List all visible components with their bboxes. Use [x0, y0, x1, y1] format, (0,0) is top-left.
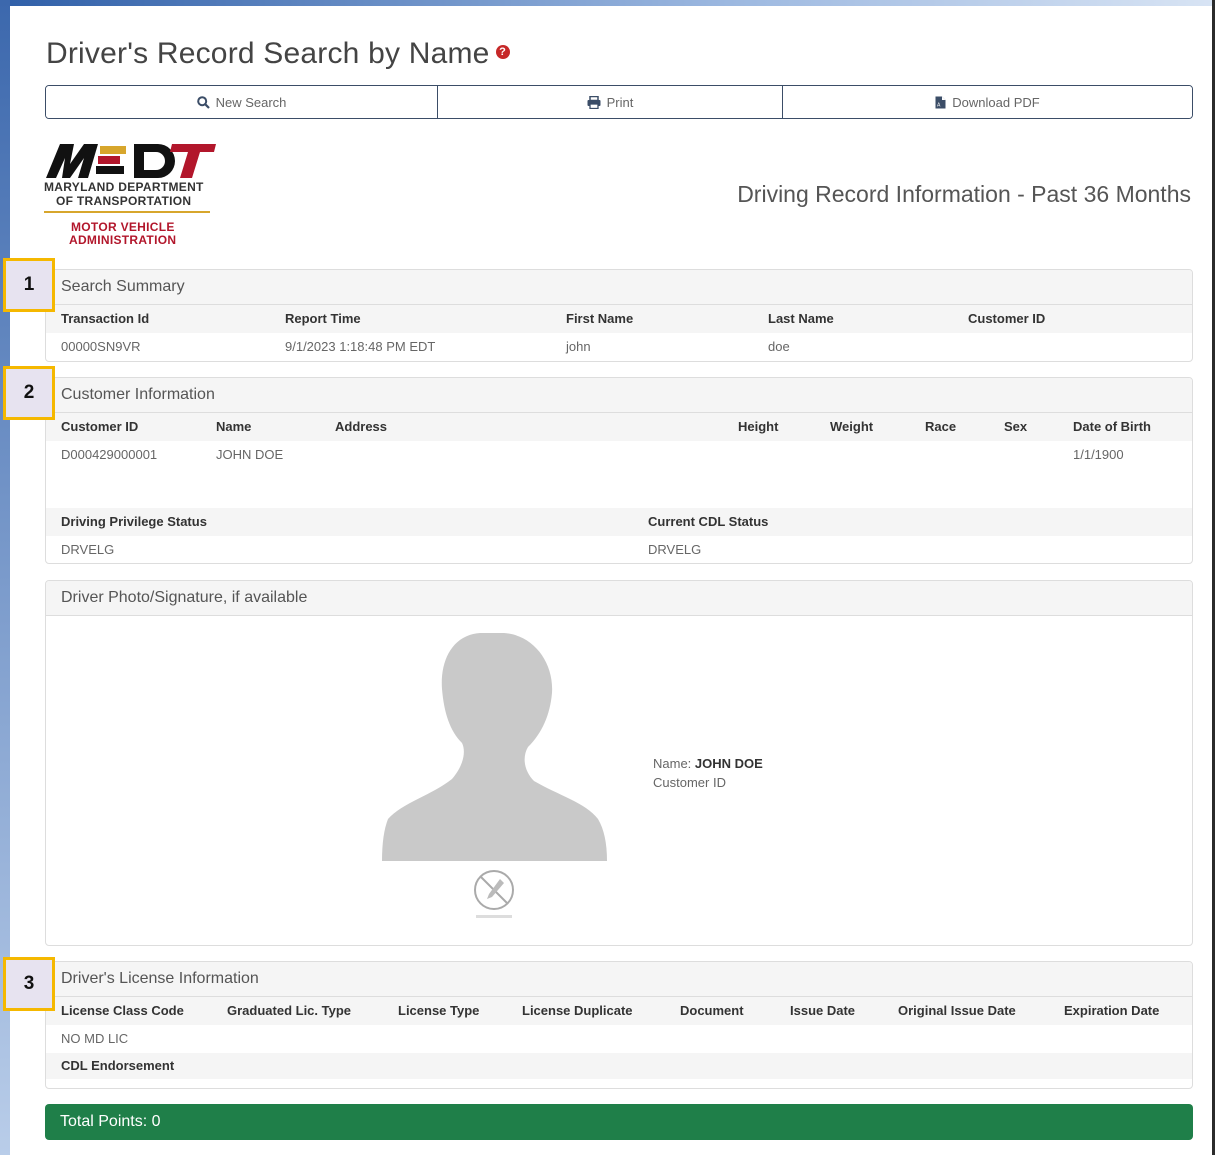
search-summary-value-row: 00000SN9VR 9/1/2023 1:18:48 PM EDT john … [46, 333, 1192, 361]
header-first-name: First Name [566, 311, 634, 326]
header-license-type: License Type [398, 1003, 480, 1018]
value-report-time: 9/1/2023 1:18:48 PM EDT [285, 339, 436, 354]
photo-caption: Name: JOHN DOE Customer ID [653, 754, 763, 792]
value-customer-id: D000429000001 [61, 447, 158, 462]
value-license-class-code: NO MD LIC [61, 1031, 129, 1046]
customer-information-heading: Customer Information [46, 378, 1192, 413]
value-last-name: doe [768, 339, 790, 354]
header-license-class-code: License Class Code [61, 1003, 184, 1018]
header-sex: Sex [1004, 419, 1028, 434]
header-customer-id: Customer ID [968, 311, 1046, 326]
customer-header-row: Customer ID Name Address Height Weight R… [46, 413, 1192, 441]
page-title: Driver's Record Search by Name? [46, 37, 510, 71]
annotation-badge-2: 2 [3, 366, 55, 420]
header-original-issue-date: Original Issue Date [898, 1003, 1016, 1018]
photo-name-value: JOHN DOE [694, 756, 763, 771]
value-current-cdl-status: DRVELG [648, 542, 702, 557]
silhouette-placeholder-image [382, 633, 607, 861]
question-circle-icon[interactable]: ? [495, 45, 510, 60]
photo-area: Name: JOHN DOE Customer ID [46, 616, 1192, 945]
pdf-file-icon: A [935, 96, 946, 109]
header-driving-privilege-status: Driving Privilege Status [61, 514, 207, 529]
total-points-bar: Total Points: 0 [45, 1104, 1193, 1140]
value-first-name: john [566, 339, 591, 354]
header-height: Height [738, 419, 779, 434]
header-document: Document [680, 1003, 744, 1018]
value-driving-privilege-status: DRVELG [61, 542, 115, 557]
report-title: Driving Record Information - Past 36 Mon… [737, 181, 1191, 207]
license-information-heading: Driver's License Information [46, 962, 1192, 997]
mdot-logo-mark [46, 144, 216, 178]
search-icon [196, 95, 210, 109]
header-race: Race [925, 419, 957, 434]
photo-customer-id-label: Customer ID [653, 775, 726, 790]
header-weight: Weight [830, 419, 874, 434]
header-license-duplicate: License Duplicate [522, 1003, 633, 1018]
report-page: Driver's Record Search by Name? New Sear… [22, 12, 1212, 1155]
header-date-of-birth: Date of Birth [1073, 419, 1151, 434]
annotation-badge-1: 1 [3, 258, 55, 312]
new-search-label: New Search [215, 94, 287, 110]
header-cdl-endorsement: CDL Endorsement [61, 1058, 175, 1073]
cdl-endorsement-row: CDL Endorsement [46, 1053, 1192, 1079]
window-top-border [0, 0, 1215, 6]
print-label: Print [606, 94, 634, 110]
customer-information-panel: Customer Information Customer ID Name Ad… [45, 377, 1193, 564]
logo-divider [44, 211, 210, 213]
svg-text:A: A [937, 102, 941, 108]
value-transaction-id: 00000SN9VR [61, 339, 141, 354]
customer-value-row: D000429000001 JOHN DOE 1/1/1900 [46, 441, 1192, 508]
new-search-button[interactable]: New Search [46, 86, 437, 118]
no-signature-icon [474, 870, 514, 918]
header-last-name: Last Name [768, 311, 834, 326]
photo-name-label: Name: [653, 756, 692, 771]
driver-photo-heading: Driver Photo/Signature, if available [46, 581, 1192, 616]
annotation-badge-3: 3 [3, 957, 55, 1011]
value-name: JOHN DOE [216, 447, 284, 462]
download-pdf-button[interactable]: A Download PDF [782, 86, 1192, 118]
download-pdf-label: Download PDF [952, 94, 1040, 110]
header-name: Name [216, 419, 252, 434]
header-current-cdl-status: Current CDL Status [648, 514, 769, 529]
header-transaction-id: Transaction Id [61, 311, 150, 326]
report-toolbar: New Search Print A Download PDF [45, 85, 1193, 119]
logo-text-line4: ADMINISTRATION [69, 233, 177, 247]
header-graduated-lic-type: Graduated Lic. Type [227, 1003, 352, 1018]
header-issue-date: Issue Date [790, 1003, 856, 1018]
driver-photo-panel: Driver Photo/Signature, if available Nam… [45, 580, 1193, 946]
header-report-time: Report Time [285, 311, 361, 326]
header-address: Address [335, 419, 388, 434]
header-customer-id: Customer ID [61, 419, 139, 434]
header-expiration-date: Expiration Date [1064, 1003, 1160, 1018]
search-summary-header-row: Transaction Id Report Time First Name La… [46, 305, 1192, 333]
logo-text-line3: MOTOR VEHICLE [71, 220, 175, 234]
license-information-panel: Driver's License Information License Cla… [45, 961, 1193, 1089]
print-button[interactable]: Print [437, 86, 782, 118]
printer-icon [587, 95, 601, 109]
license-value-row: NO MD LIC [46, 1025, 1192, 1053]
status-value-row: DRVELG DRVELG [46, 536, 1192, 563]
search-summary-panel: Search Summary Transaction Id Report Tim… [45, 269, 1193, 362]
status-header-row: Driving Privilege Status Current CDL Sta… [46, 508, 1192, 536]
logo-text-line1: MARYLAND DEPARTMENT [44, 180, 204, 194]
license-header-row: License Class Code Graduated Lic. Type L… [46, 997, 1192, 1025]
search-summary-heading: Search Summary [46, 270, 1192, 305]
mdot-logo: MARYLAND DEPARTMENT OF TRANSPORTATION MO… [44, 140, 219, 250]
logo-text-line2: OF TRANSPORTATION [56, 194, 192, 208]
value-date-of-birth: 1/1/1900 [1073, 447, 1124, 462]
